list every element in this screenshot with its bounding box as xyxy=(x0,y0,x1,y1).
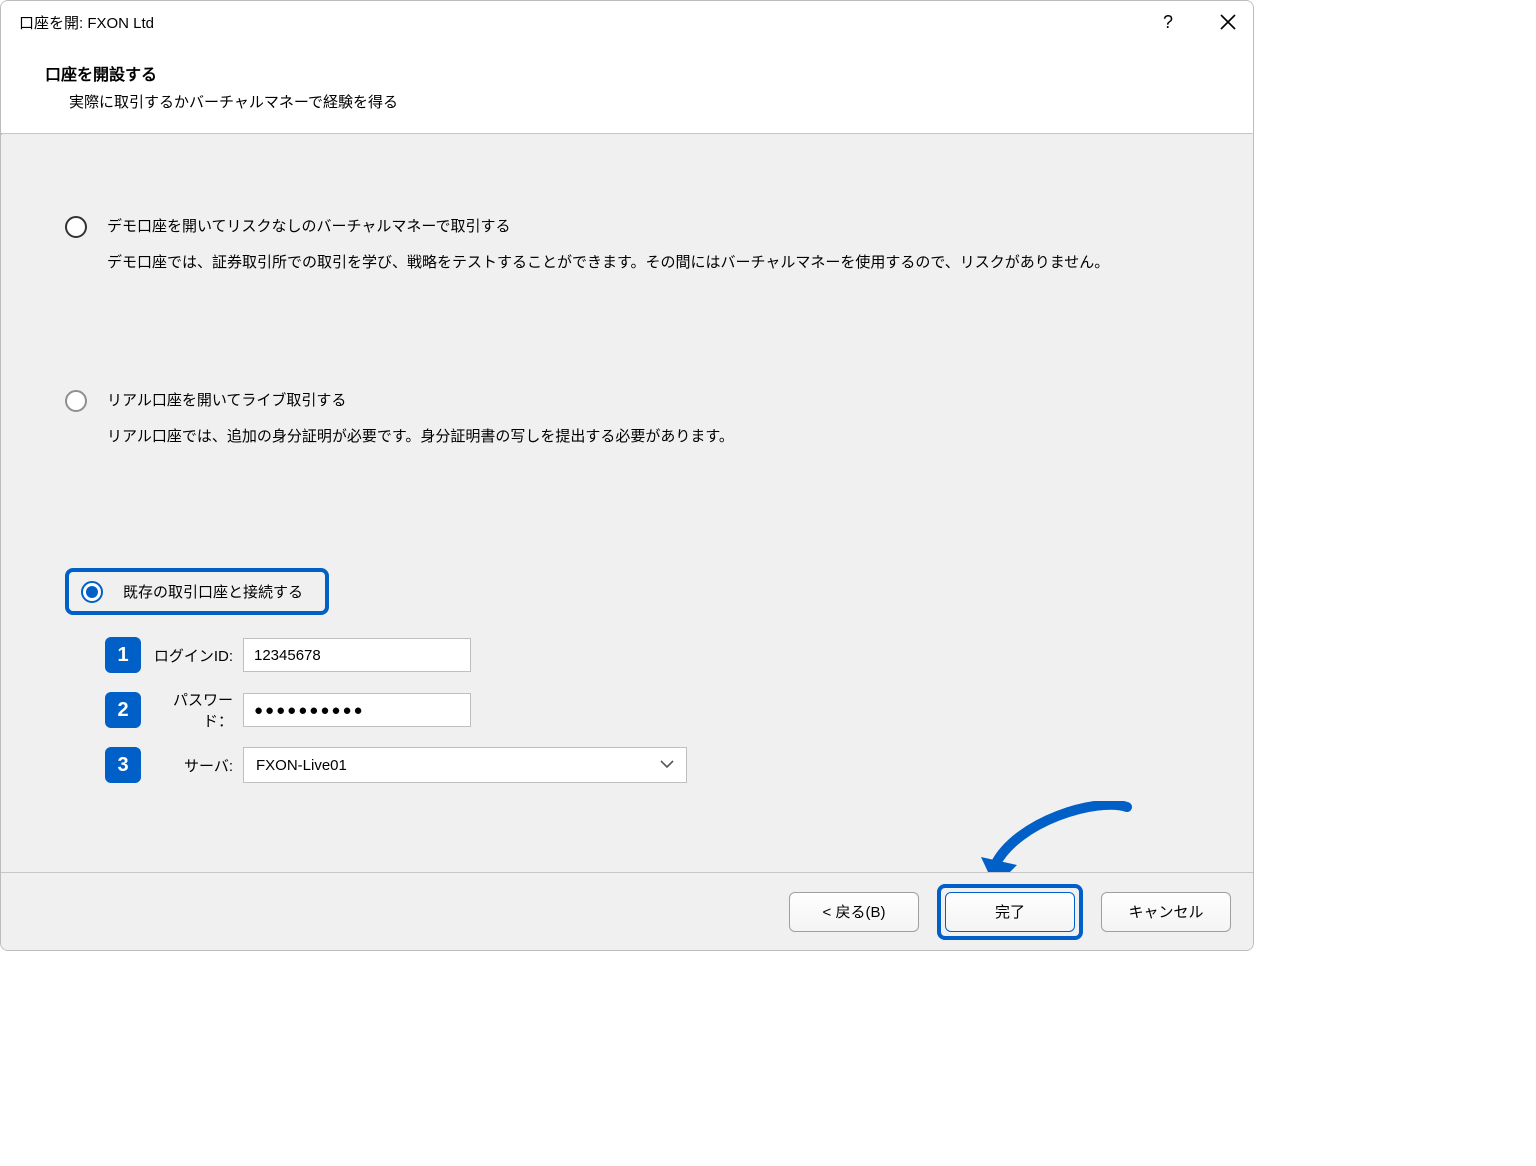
password-input[interactable] xyxy=(243,693,471,727)
chevron-down-icon xyxy=(660,758,674,772)
help-icon[interactable]: ? xyxy=(1155,9,1181,35)
dialog-window: 口座を開: FXON Ltd ? 口座を開設する 実際に取引するかバーチャルマネ… xyxy=(0,0,1254,951)
page-title: 口座を開設する xyxy=(45,61,1253,85)
radio-live-account[interactable] xyxy=(65,390,87,412)
window-title: 口座を開: FXON Ltd xyxy=(19,12,154,33)
label-password: パスワード： xyxy=(151,689,233,731)
step-badge-3: 3 xyxy=(105,747,141,783)
close-icon[interactable] xyxy=(1215,9,1241,35)
option-demo-account: デモ口座を開いてリスクなしのバーチャルマネーで取引する デモ口座では、証券取引所… xyxy=(65,215,1189,275)
option-live-account: リアル口座を開いてライブ取引する リアル口座では、追加の身分証明が必要です。身分… xyxy=(65,389,1189,449)
option-live-desc: リアル口座では、追加の身分証明が必要です。身分証明書の写しを提出する必要がありま… xyxy=(107,426,1189,449)
row-password: 2 パスワード： xyxy=(105,689,1189,731)
step-badge-1: 1 xyxy=(105,637,141,673)
option-live-title: リアル口座を開いてライブ取引する xyxy=(107,389,346,410)
login-input[interactable] xyxy=(243,638,471,672)
row-server: 3 サーバ: FXON-Live01 xyxy=(105,747,1189,783)
server-select-value: FXON-Live01 xyxy=(256,757,347,774)
option-existing-highlight: 既存の取引口座と接続する xyxy=(65,568,329,615)
finish-button[interactable]: 完了 xyxy=(945,892,1075,932)
page-subtitle: 実際に取引するかバーチャルマネーで経験を得る xyxy=(69,91,1253,112)
step-badge-2: 2 xyxy=(105,692,141,728)
finish-highlight: 完了 xyxy=(937,884,1083,940)
server-select[interactable]: FXON-Live01 xyxy=(243,747,687,783)
existing-account-form: 1 ログインID: 2 パスワード： 3 サーバ: FXON-Live01 xyxy=(105,637,1189,783)
row-login: 1 ログインID: xyxy=(105,637,1189,673)
back-button[interactable]: < 戻る(B) xyxy=(789,892,919,932)
radio-existing-account[interactable] xyxy=(81,581,103,603)
option-existing-title: 既存の取引口座と接続する xyxy=(123,581,303,602)
window-controls: ? xyxy=(1155,9,1241,35)
wizard-body: デモ口座を開いてリスクなしのバーチャルマネーで取引する デモ口座では、証券取引所… xyxy=(1,135,1253,875)
cancel-button[interactable]: キャンセル xyxy=(1101,892,1231,932)
option-demo-title: デモ口座を開いてリスクなしのバーチャルマネーで取引する xyxy=(107,215,511,236)
wizard-footer: < 戻る(B) 完了 キャンセル xyxy=(1,872,1253,950)
label-server: サーバ: xyxy=(151,755,233,776)
option-demo-desc: デモ口座では、証券取引所での取引を学び、戦略をテストすることができます。その間に… xyxy=(107,252,1189,275)
radio-demo-account[interactable] xyxy=(65,216,87,238)
wizard-header: 口座を開設する 実際に取引するかバーチャルマネーで経験を得る xyxy=(1,43,1253,133)
titlebar: 口座を開: FXON Ltd ? xyxy=(1,1,1253,43)
label-login: ログインID: xyxy=(151,645,233,666)
